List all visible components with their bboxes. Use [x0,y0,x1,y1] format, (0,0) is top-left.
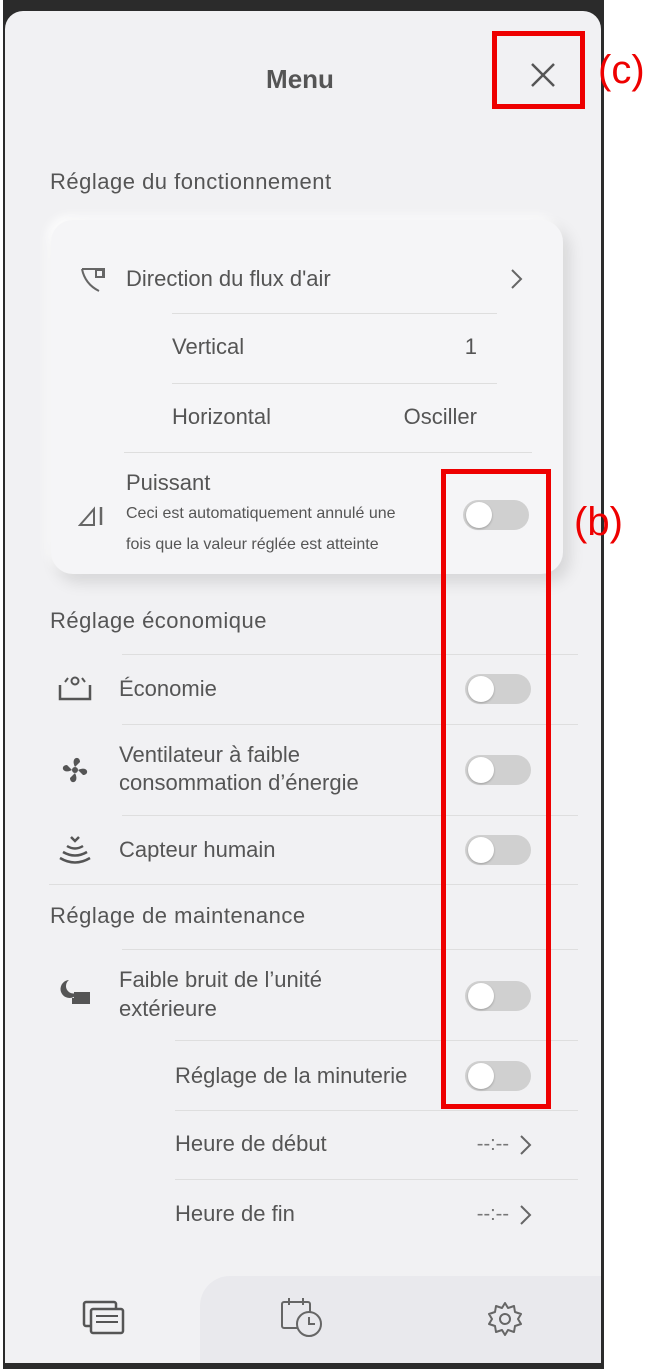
bottom-tab-bar [200,1276,601,1363]
end-time-label: Heure de fin [175,1201,295,1226]
vertical-value: 1 [464,334,477,359]
low-energy-fan-label-line1: Ventilateur à faible [119,742,301,767]
powerful-desc-line1: Ceci est automatiquement annulé une [126,505,396,522]
section-title-maintenance: Réglage de maintenance [50,903,306,928]
annotation-label-c: (c) [598,48,645,92]
human-sensor-label: Capteur humain [119,837,276,862]
economy-label: Économie [119,676,217,701]
chevron-right-icon [506,268,526,290]
airflow-direction-icon [77,262,111,296]
start-time-row[interactable]: Heure de début --:-- [175,1111,578,1179]
section-title-economy: Réglage économique [50,608,267,633]
airflow-label: Direction du flux d'air [126,266,331,291]
chevron-right-icon [517,1134,533,1156]
human-sensor-icon [57,834,93,866]
divider [124,452,532,453]
annotation-box-c [492,31,585,109]
vertical-label: Vertical [172,334,245,359]
outdoor-quiet-label-line2: extérieure [119,996,217,1021]
chevron-right-icon [517,1204,533,1226]
outdoor-quiet-icon [57,977,93,1009]
end-time-row[interactable]: Heure de fin --:-- [175,1181,578,1249]
divider [175,1179,578,1180]
menu-icon[interactable] [81,1298,127,1338]
schedule-icon[interactable] [279,1295,325,1339]
low-energy-fan-label-line2: consommation d’énergie [119,770,359,795]
outdoor-quiet-label-line1: Faible bruit de l’unité [119,967,323,992]
start-time-value: --:-- [476,1133,509,1155]
annotation-label-b: (b) [574,500,623,544]
economy-icon [57,674,93,704]
powerful-label: Puissant [126,470,211,495]
divider [172,383,497,384]
settings-icon[interactable] [485,1299,525,1339]
annotation-box-b [441,469,551,1109]
powerful-desc-line2: fois que la valeur réglée est atteinte [126,536,379,553]
horizontal-label: Horizontal [172,404,272,429]
horizontal-value: Osciller [403,404,477,429]
fan-icon [57,752,93,788]
start-time-label: Heure de début [175,1131,327,1156]
end-time-value: --:-- [476,1203,509,1225]
timer-label: Réglage de la minuterie [175,1063,408,1088]
section-title-operation: Réglage du fonctionnement [50,169,332,194]
divider [172,313,497,314]
powerful-icon [77,502,107,530]
airflow-row[interactable]: Direction du flux d'air [51,250,563,308]
